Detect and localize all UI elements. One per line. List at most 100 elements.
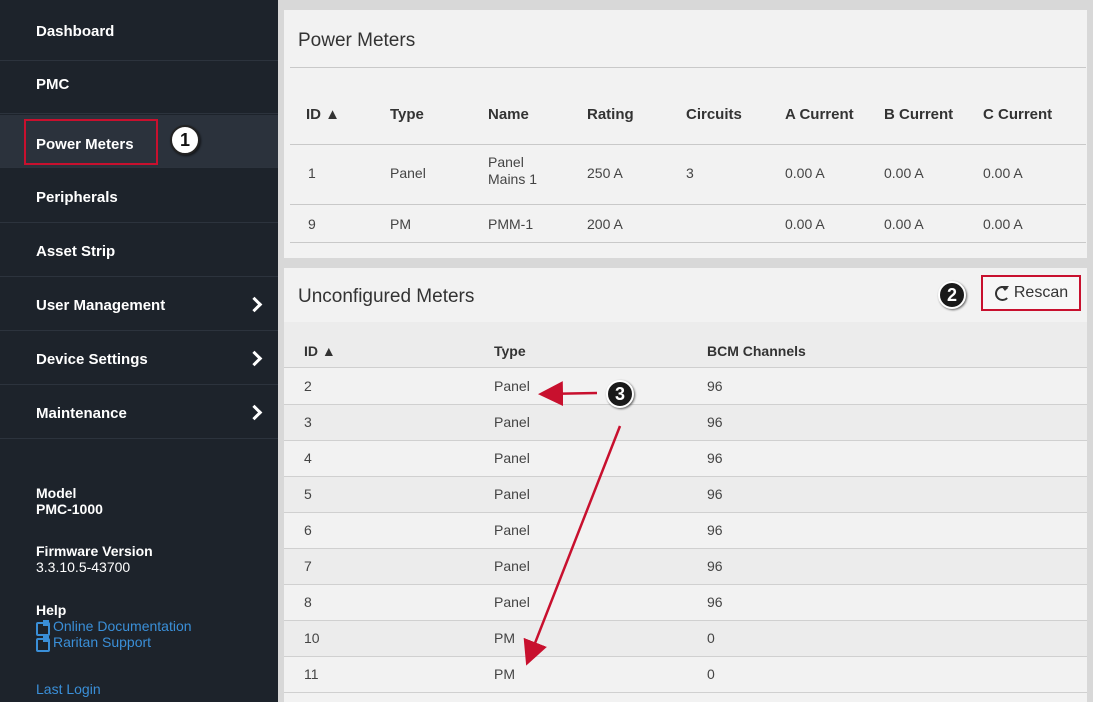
last-login-info: Last Login xyxy=(36,681,101,697)
help-info: Help Online Documentation Raritan Suppor… xyxy=(36,602,192,652)
table-row[interactable]: 7 Panel 96 xyxy=(284,549,1087,585)
cell-c-current: 0.00 A xyxy=(983,216,1023,232)
cell-rating: 200 A xyxy=(587,216,623,232)
cell-id: 6 xyxy=(304,522,312,538)
external-link-icon xyxy=(36,635,50,652)
cell-id: 1 xyxy=(308,165,316,181)
link-label: Online Documentation xyxy=(53,618,192,634)
callout-2: 2 xyxy=(938,281,966,309)
cell-type: Panel xyxy=(494,450,530,466)
column-header-a-current[interactable]: A Current xyxy=(785,106,854,123)
cell-id: 4 xyxy=(304,450,312,466)
sidebar-item-asset-strip[interactable]: Asset Strip xyxy=(0,224,278,277)
cell-type: Panel xyxy=(390,165,426,181)
online-documentation-link[interactable]: Online Documentation xyxy=(36,618,192,636)
sidebar-item-dashboard[interactable]: Dashboard xyxy=(0,8,278,61)
cell-id: 3 xyxy=(304,414,312,430)
divider xyxy=(290,67,1086,68)
table-header: ID ▲ Type BCM Channels xyxy=(284,322,1087,368)
cell-b-current: 0.00 A xyxy=(884,216,924,232)
cell-bcm-channels: 96 xyxy=(707,450,723,466)
cell-id: 5 xyxy=(304,486,312,502)
name-line: Mains 1 xyxy=(488,171,538,187)
cell-type: Panel xyxy=(494,486,530,502)
column-header-b-current[interactable]: B Current xyxy=(884,106,953,123)
cell-type: Panel xyxy=(494,414,530,430)
firmware-label: Firmware Version xyxy=(36,543,153,559)
sidebar-item-label: PMC xyxy=(36,75,70,93)
table-row[interactable]: 3 Panel 96 xyxy=(284,405,1087,441)
cell-id: 7 xyxy=(304,558,312,574)
sidebar-item-label: Peripherals xyxy=(36,188,118,206)
cell-type: PM xyxy=(494,666,515,682)
last-login-label: Last Login xyxy=(36,681,101,697)
cell-id: 10 xyxy=(304,630,320,646)
cell-bcm-channels: 96 xyxy=(707,414,723,430)
cell-circuits: 3 xyxy=(686,165,694,181)
cell-a-current: 0.00 A xyxy=(785,165,825,181)
column-header-bcm-channels[interactable]: BCM Channels xyxy=(707,343,806,359)
cell-c-current: 0.00 A xyxy=(983,165,1023,181)
sidebar-item-power-meters[interactable]: Power Meters xyxy=(0,115,278,168)
sidebar-item-label: Asset Strip xyxy=(36,242,116,260)
sidebar-item-device-settings[interactable]: Device Settings xyxy=(0,332,278,385)
chevron-right-icon xyxy=(248,297,262,311)
cell-bcm-channels: 96 xyxy=(707,594,723,610)
sidebar-item-pmc[interactable]: PMC xyxy=(0,61,278,114)
model-info: Model PMC-1000 xyxy=(36,485,103,517)
table-row[interactable]: 10 PM 0 xyxy=(284,621,1087,657)
cell-name: Panel Mains 1 xyxy=(488,154,537,188)
column-header-id[interactable]: ID ▲ xyxy=(304,343,336,359)
cell-rating: 250 A xyxy=(587,165,623,181)
unconfigured-meters-panel: Unconfigured Meters Rescan 2 ID ▲ Type B… xyxy=(284,268,1087,702)
refresh-icon xyxy=(994,285,1010,301)
cell-type: PM xyxy=(390,216,411,232)
cell-type: Panel xyxy=(494,594,530,610)
column-header-type[interactable]: Type xyxy=(390,106,424,123)
sidebar-item-label: Dashboard xyxy=(36,22,115,40)
external-link-icon xyxy=(36,619,50,636)
cell-id: 9 xyxy=(308,216,316,232)
chevron-right-icon xyxy=(248,405,262,419)
power-meters-panel: Power Meters ID ▲ Type Name Rating Circu… xyxy=(284,10,1087,258)
rescan-button[interactable]: Rescan xyxy=(981,275,1081,311)
sidebar: Dashboard PMC Power Meters Peripherals A… xyxy=(0,0,278,702)
cell-b-current: 0.00 A xyxy=(884,165,924,181)
sidebar-item-user-management[interactable]: User Management xyxy=(0,278,278,331)
help-label: Help xyxy=(36,602,67,618)
power-meters-title: Power Meters xyxy=(298,30,416,51)
cell-bcm-channels: 96 xyxy=(707,558,723,574)
column-header-c-current[interactable]: C Current xyxy=(983,106,1052,123)
rescan-label: Rescan xyxy=(1013,284,1069,301)
table-row[interactable]: 2 Panel 96 xyxy=(284,369,1087,405)
divider xyxy=(290,242,1086,243)
column-header-rating[interactable]: Rating xyxy=(587,106,634,123)
column-header-circuits[interactable]: Circuits xyxy=(686,106,742,123)
column-header-id[interactable]: ID ▲ xyxy=(306,106,340,123)
sidebar-item-peripherals[interactable]: Peripherals xyxy=(0,170,278,223)
sidebar-item-label: Device Settings xyxy=(36,350,148,368)
cell-type: PM xyxy=(494,630,515,646)
table-row[interactable]: 8 Panel 96 xyxy=(284,585,1087,621)
column-header-type[interactable]: Type xyxy=(494,343,526,359)
sidebar-item-label: User Management xyxy=(36,296,166,314)
table-row[interactable]: 4 Panel 96 xyxy=(284,441,1087,477)
cell-name: PMM-1 xyxy=(488,216,534,232)
model-value: PMC-1000 xyxy=(36,501,103,517)
table-row[interactable]: 6 Panel 96 xyxy=(284,513,1087,549)
cell-bcm-channels: 0 xyxy=(707,666,715,682)
table-row[interactable]: 11 PM 0 xyxy=(284,657,1087,693)
sidebar-item-label: Power Meters xyxy=(36,135,134,153)
sidebar-item-label: Maintenance xyxy=(36,404,127,422)
cell-bcm-channels: 96 xyxy=(707,486,723,502)
raritan-support-link[interactable]: Raritan Support xyxy=(36,634,192,652)
cell-type: Panel xyxy=(494,378,530,394)
callout-1: 1 xyxy=(170,125,200,155)
cell-bcm-channels: 0 xyxy=(707,630,715,646)
column-header-name[interactable]: Name xyxy=(488,106,529,123)
table-row[interactable]: 5 Panel 96 xyxy=(284,477,1087,513)
name-line: Panel xyxy=(488,154,524,170)
cell-type: Panel xyxy=(494,522,530,538)
divider xyxy=(290,144,1086,145)
sidebar-item-maintenance[interactable]: Maintenance xyxy=(0,386,278,439)
